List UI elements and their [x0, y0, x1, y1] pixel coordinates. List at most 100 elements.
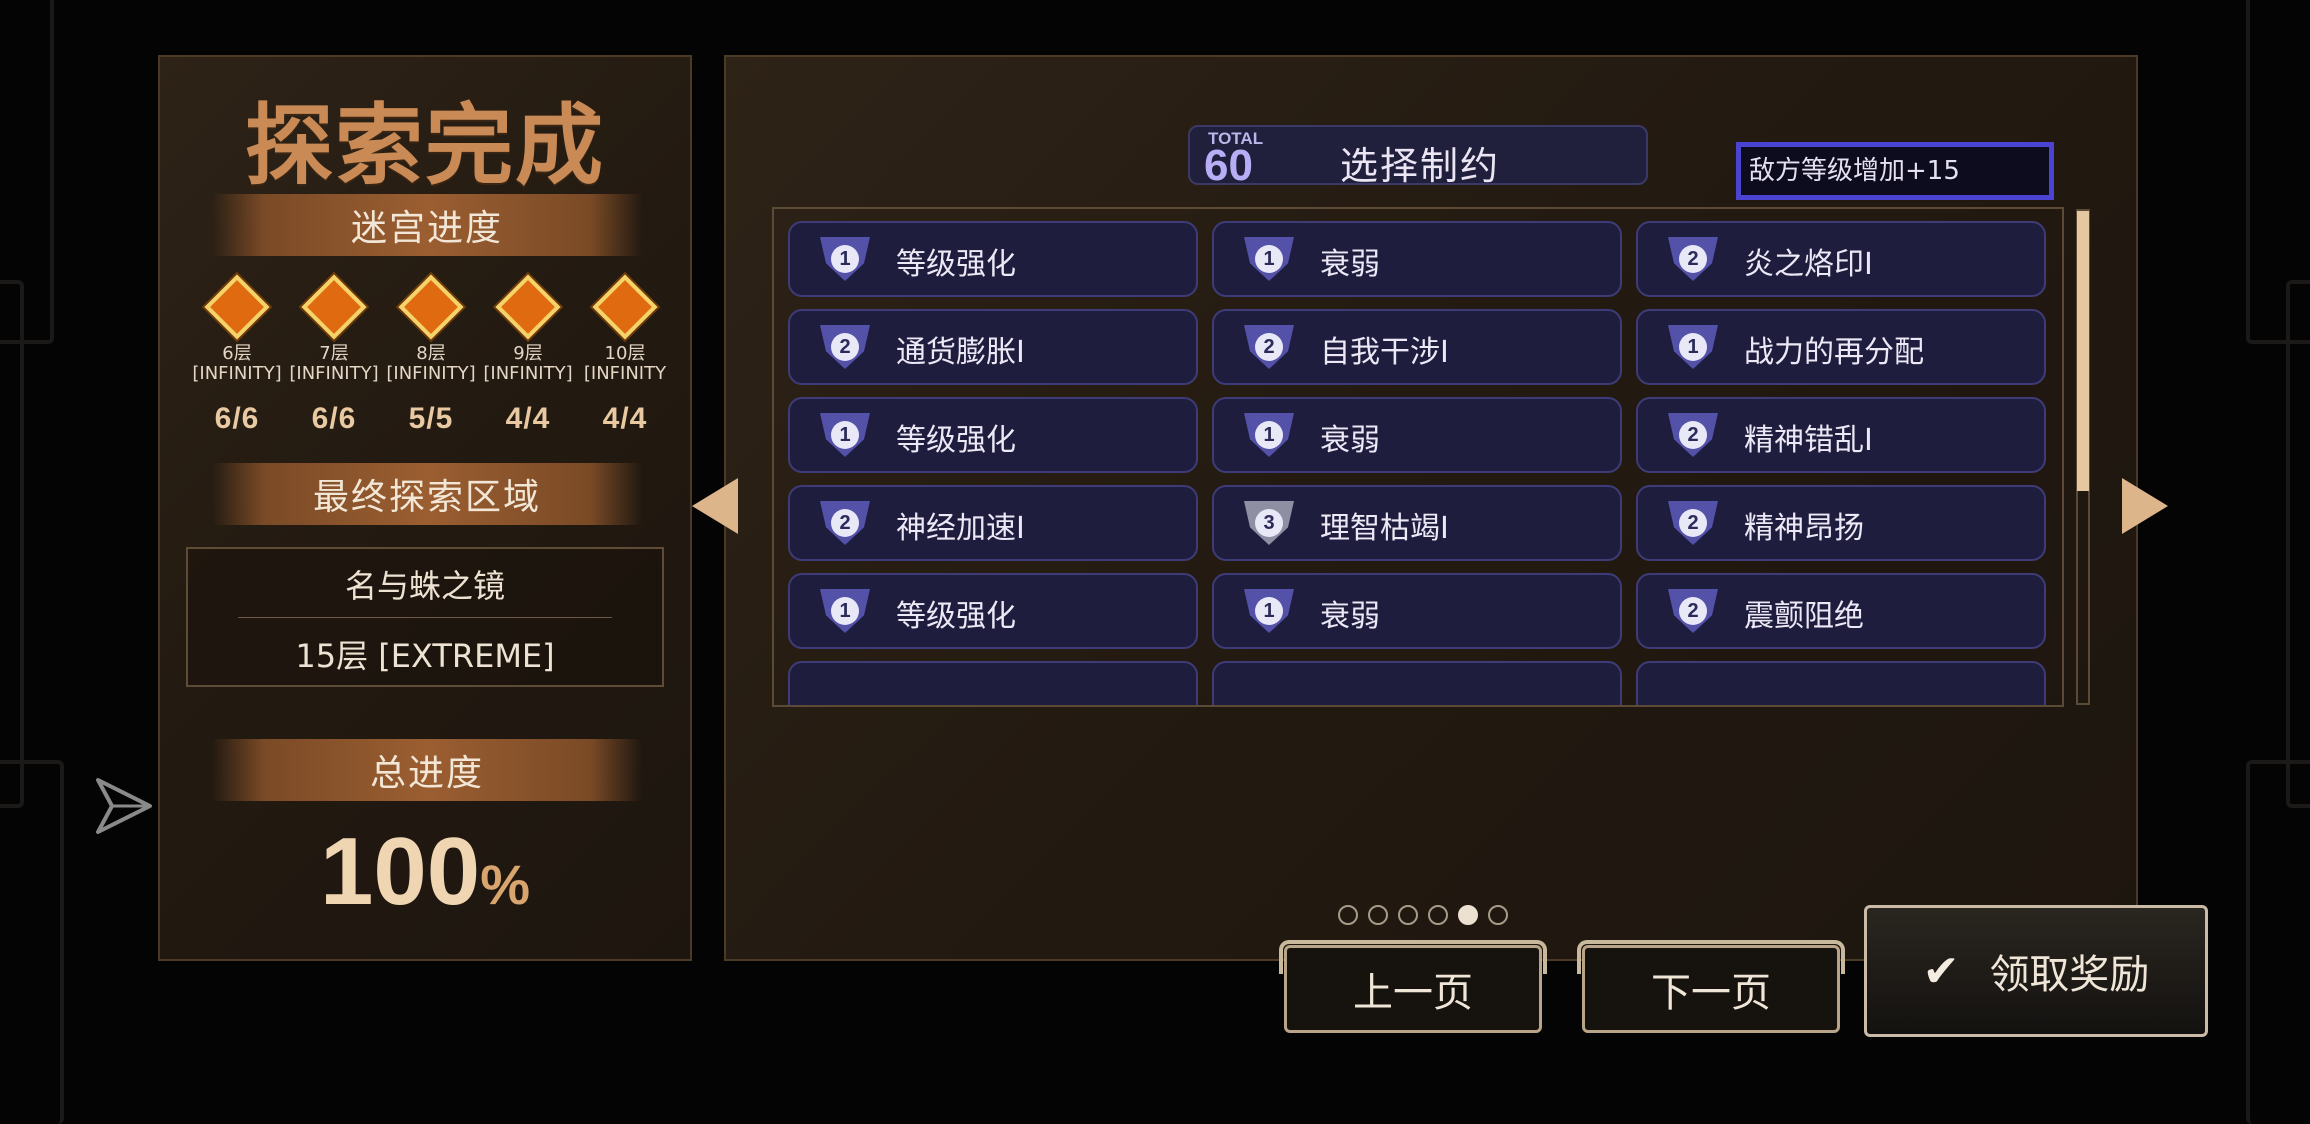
floor-mode: [INFINITY]	[483, 363, 573, 384]
floor-progress-item: 8层 [INFINITY] 5/5	[382, 272, 480, 436]
restriction-level-badge-icon: 1	[1244, 237, 1294, 281]
restriction-filter[interactable]: 敌方等级增加+15	[1736, 142, 2054, 200]
floor-count: 4/4	[505, 402, 551, 435]
restriction-item[interactable]: 2 震颤阻绝	[1636, 573, 2046, 649]
restriction-label: 衰弱	[1320, 423, 1380, 458]
restriction-level-badge-icon: 3	[1244, 501, 1294, 545]
total-progress-number: 100	[320, 818, 481, 925]
arrow-right-icon[interactable]	[2122, 478, 2168, 534]
frame-decoration	[0, 760, 64, 1124]
page-dot[interactable]	[1428, 905, 1448, 925]
floor-count: 5/5	[408, 402, 454, 435]
next-page-button[interactable]: 下一页	[1577, 940, 1845, 1033]
final-area-floor: 15层 [EXTREME]	[295, 637, 555, 675]
floor-emblem-icon	[495, 274, 561, 340]
send-icon[interactable]	[94, 776, 154, 836]
floor-mode: [INFINITY	[583, 363, 667, 384]
floor-name: 9层	[513, 343, 543, 364]
restriction-level: 1	[1255, 421, 1283, 449]
frame-decoration	[0, 280, 24, 808]
total-progress-unit: %	[480, 853, 530, 916]
restriction-item[interactable]: 2 神经加速I	[788, 485, 1198, 561]
restriction-label: 等级强化	[896, 599, 1016, 634]
restriction-level-badge-icon: 2	[1668, 501, 1718, 545]
restriction-item[interactable]: 2 精神昂扬	[1636, 485, 2046, 561]
restriction-label: 衰弱	[1320, 247, 1380, 282]
floor-count: 4/4	[602, 402, 648, 435]
restriction-level: 2	[1679, 597, 1707, 625]
restriction-level: 2	[831, 509, 859, 537]
page-dot[interactable]	[1338, 905, 1358, 925]
restriction-item[interactable]: 2 精神错乱I	[1636, 397, 2046, 473]
restriction-item[interactable]: 1 衰弱	[1212, 397, 1622, 473]
restriction-level: 1	[1255, 597, 1283, 625]
floor-count: 6/6	[311, 402, 357, 435]
floor-progress-item: 9层 [INFINITY] 4/4	[479, 272, 577, 436]
restriction-level-badge-icon: 2	[1668, 413, 1718, 457]
restriction-label: 理智枯竭I	[1320, 511, 1449, 546]
restriction-item[interactable]: 2 自我干涉I	[1212, 309, 1622, 385]
restriction-item[interactable]: 2 炎之烙印I	[1636, 221, 2046, 297]
page-dot[interactable]	[1368, 905, 1388, 925]
floor-progress-item: 10层 [INFINITY 4/4	[576, 272, 674, 436]
page-dot[interactable]	[1398, 905, 1418, 925]
restriction-label: 通货膨胀I	[896, 335, 1025, 370]
restriction-item[interactable]: 3 理智枯竭I	[1212, 485, 1622, 561]
restriction-item[interactable]: 1 等级强化	[788, 397, 1198, 473]
restriction-item[interactable]: 1 等级强化	[788, 221, 1198, 297]
restriction-label: 战力的再分配	[1744, 335, 1924, 370]
restriction-level-badge-icon: 2	[1668, 237, 1718, 281]
page-title: 探索完成	[244, 99, 605, 196]
floor-emblem-icon	[398, 274, 464, 340]
prev-page-button[interactable]: 上一页	[1279, 940, 1547, 1033]
floor-count: 6/6	[214, 402, 260, 435]
scrollbar-thumb[interactable]	[2077, 211, 2089, 491]
restriction-level-badge-icon: 2	[1668, 589, 1718, 633]
page-dot[interactable]	[1458, 905, 1478, 925]
restriction-level-badge-icon: 1	[820, 589, 870, 633]
restriction-item-partial[interactable]	[788, 661, 1198, 705]
total-progress-value: 100%	[160, 817, 690, 927]
restriction-label: 等级强化	[896, 247, 1016, 282]
page-indicator	[1338, 905, 1508, 931]
restriction-level: 1	[831, 245, 859, 273]
restriction-item[interactable]: 1 衰弱	[1212, 573, 1622, 649]
final-area-box: 名与蛛之镜 15层 [EXTREME]	[186, 547, 664, 687]
floor-name: 10层	[604, 343, 646, 364]
restriction-level: 1	[1255, 245, 1283, 273]
prev-page-label: 上一页	[1353, 970, 1473, 1016]
restriction-level: 1	[1679, 333, 1707, 361]
restriction-label: 精神昂扬	[1744, 511, 1864, 546]
total-progress-header: 总进度	[212, 739, 642, 801]
floor-emblem-icon	[592, 274, 658, 340]
restriction-level: 2	[1679, 509, 1707, 537]
check-icon: ✔	[1922, 945, 1960, 997]
page-dot[interactable]	[1488, 905, 1508, 925]
next-page-label: 下一页	[1651, 970, 1771, 1016]
floor-mode: [INFINITY]	[192, 363, 282, 384]
restriction-level: 2	[1679, 421, 1707, 449]
arrow-left-icon[interactable]	[692, 478, 738, 534]
restriction-item-partial[interactable]	[1636, 661, 2046, 705]
restriction-level-badge-icon: 1	[820, 237, 870, 281]
restriction-item-partial[interactable]	[1212, 661, 1622, 705]
restriction-level-badge-icon: 2	[1244, 325, 1294, 369]
claim-reward-button[interactable]: ✔ 领取奖励	[1864, 905, 2208, 1037]
restriction-item[interactable]: 1 衰弱	[1212, 221, 1622, 297]
total-value: 60	[1204, 141, 1253, 190]
divider	[238, 617, 612, 618]
claim-reward-label: 领取奖励	[1989, 952, 2150, 998]
restriction-grid: 1 等级强化 1 衰弱 2 炎之烙印I 2 通货膨胀I 2 自我干涉I 1 战力的再分配 1 等级强化 1 衰…	[772, 207, 2064, 707]
final-area-header: 最终探索区域	[212, 463, 642, 525]
floor-mode: [INFINITY]	[289, 363, 379, 384]
restriction-item[interactable]: 2 通货膨胀I	[788, 309, 1198, 385]
floor-emblem-icon	[301, 274, 367, 340]
restriction-level-badge-icon: 1	[820, 413, 870, 457]
restriction-label: 等级强化	[896, 423, 1016, 458]
floor-name: 6层	[222, 343, 252, 364]
restriction-panel: TOTAL 60 选择制约 敌方等级增加+15 1 等级强化 1 衰弱 2 炎之烙印I 2 通…	[724, 55, 2138, 961]
restriction-item[interactable]: 1 等级强化	[788, 573, 1198, 649]
restriction-level: 2	[1255, 333, 1283, 361]
restriction-item[interactable]: 1 战力的再分配	[1636, 309, 2046, 385]
final-area-name: 名与蛛之镜	[344, 567, 505, 605]
